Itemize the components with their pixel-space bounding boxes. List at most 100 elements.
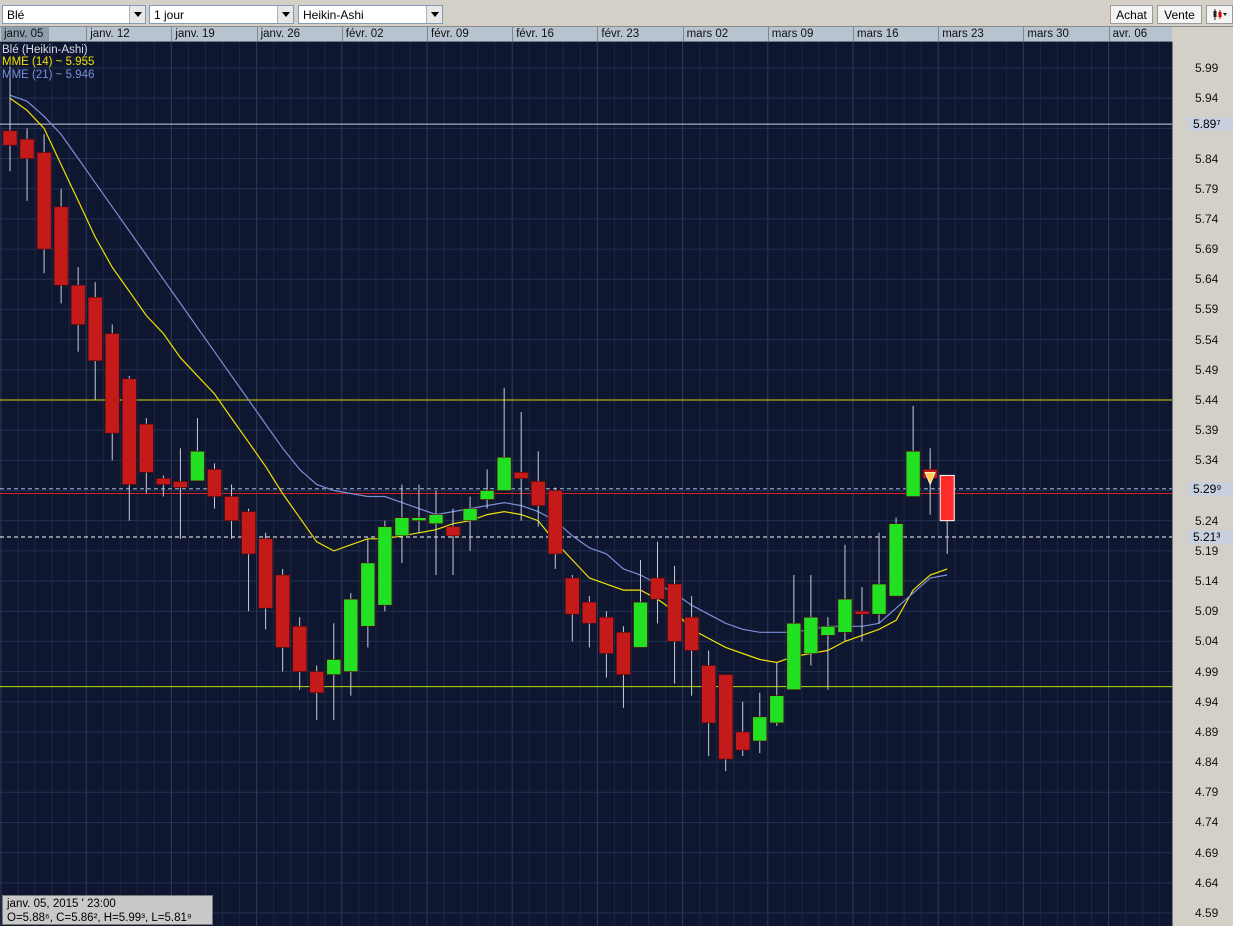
price-axis[interactable]: 5.99 5.94 5.84 5.79 5.74 5.69 5.64 5.59 5.54 5.49… <box>1172 42 1233 926</box>
price-tick-label: 5.04 <box>1195 634 1219 649</box>
chevron-down-icon[interactable] <box>129 6 145 23</box>
candle-body[interactable] <box>53 206 69 286</box>
price-marker: 5.89⁷ <box>1187 117 1233 132</box>
candle-body[interactable] <box>19 138 35 159</box>
date-tick-label: janv. 26 <box>256 27 342 41</box>
candle-body[interactable] <box>616 632 631 675</box>
candle-body[interactable] <box>258 538 273 609</box>
candle-body[interactable] <box>905 450 921 497</box>
price-tick-label: 5.44 <box>1195 392 1219 407</box>
candle-body[interactable] <box>207 469 222 497</box>
chevron-down-icon[interactable] <box>426 6 442 23</box>
candle-body[interactable] <box>582 601 597 624</box>
price-tick-label: 5.74 <box>1195 211 1219 226</box>
candle-body[interactable] <box>599 616 614 654</box>
candle-body[interactable] <box>462 508 478 521</box>
legend-ema14: MME (14) ~ 5.955 <box>2 56 95 68</box>
candle-body[interactable] <box>292 626 307 672</box>
chart-menu-button[interactable] <box>1206 5 1233 24</box>
price-chart[interactable] <box>0 42 1172 926</box>
candle-body[interactable] <box>888 523 904 597</box>
price-tick-label: 5.79 <box>1195 181 1219 196</box>
candle-body[interactable] <box>667 583 682 642</box>
price-marker: 5.21³ <box>1187 529 1233 544</box>
candle-body[interactable] <box>565 577 580 615</box>
chevron-down-icon[interactable] <box>277 6 293 23</box>
candle-body[interactable] <box>2 130 18 146</box>
price-tick-label: 4.79 <box>1195 785 1219 800</box>
candle-body[interactable] <box>411 517 427 521</box>
price-tick-label: 5.54 <box>1195 332 1219 347</box>
candle-body[interactable] <box>309 671 325 693</box>
candle-body[interactable] <box>394 517 410 537</box>
axis-corner <box>1172 27 1233 42</box>
candle-body[interactable] <box>241 511 256 555</box>
date-tick-label: mars 30 <box>1023 27 1108 41</box>
price-tick-label: 5.49 <box>1195 362 1219 377</box>
candle-body[interactable] <box>87 297 103 362</box>
sell-button[interactable]: Vente <box>1157 5 1202 24</box>
date-tick-label: févr. 23 <box>597 27 682 41</box>
chart-style-select[interactable]: Heikin-Ashi <box>298 5 443 24</box>
candle-body[interactable] <box>190 450 205 482</box>
price-tick-label: 5.14 <box>1195 574 1219 589</box>
candle-body[interactable] <box>360 562 376 627</box>
candle-body[interactable] <box>496 457 512 491</box>
candle-body[interactable] <box>854 610 870 615</box>
candle-body[interactable] <box>326 659 342 675</box>
candle-body[interactable] <box>718 674 733 760</box>
candle-body[interactable] <box>547 490 563 555</box>
buy-button[interactable]: Achat <box>1110 5 1153 24</box>
price-tick-label: 4.64 <box>1195 875 1219 890</box>
date-tick-label: mars 16 <box>853 27 938 41</box>
candle-body[interactable] <box>837 598 853 633</box>
candle-body[interactable] <box>803 616 819 654</box>
candle-body[interactable] <box>871 583 887 615</box>
price-marker: 5.29⁹ <box>1187 481 1233 496</box>
price-tick-label: 4.59 <box>1195 906 1219 920</box>
candle-body[interactable] <box>445 526 461 537</box>
candle-body[interactable] <box>701 665 716 724</box>
price-tick-label: 5.09 <box>1195 604 1219 619</box>
candle-body[interactable] <box>735 731 751 751</box>
candle-body[interactable] <box>36 152 52 250</box>
candle-body[interactable] <box>752 716 768 742</box>
date-tick-label: janv. 12 <box>86 27 171 41</box>
candle-body[interactable] <box>786 622 802 690</box>
price-tick-label: 5.24 <box>1195 513 1219 528</box>
candle-body[interactable] <box>650 577 665 600</box>
candle-body[interactable] <box>275 574 290 648</box>
candle-body[interactable] <box>479 490 495 500</box>
candle-body[interactable] <box>70 284 86 325</box>
candle-body[interactable] <box>377 526 393 606</box>
period-select[interactable]: 1 jour <box>149 5 294 24</box>
price-tick-label: 4.99 <box>1195 664 1219 679</box>
info-date: janv. 05, 2015 ' 23:00 <box>7 898 116 910</box>
chart-style-value: Heikin-Ashi <box>303 8 364 22</box>
candle-body[interactable] <box>633 601 648 648</box>
candle-body[interactable] <box>343 598 359 672</box>
price-tick-label: 4.94 <box>1195 694 1219 709</box>
candle-body[interactable] <box>513 472 529 479</box>
candle-body[interactable] <box>939 474 955 522</box>
price-tick-label: 4.74 <box>1195 815 1219 830</box>
candle-body[interactable] <box>684 616 699 651</box>
info-ohlc: O=5.88⁶, C=5.86², H=5.99³, L=5.81⁹ <box>7 912 192 924</box>
candle-body[interactable] <box>820 626 836 636</box>
candle-body[interactable] <box>104 333 120 434</box>
price-tick-label: 5.34 <box>1195 453 1219 468</box>
candle-body[interactable] <box>173 481 188 488</box>
candle-body[interactable] <box>121 378 137 485</box>
date-tick-label: févr. 09 <box>427 27 512 41</box>
candle-body[interactable] <box>428 514 444 524</box>
crosshair-info-box: janv. 05, 2015 ' 23:00 O=5.88⁶, C=5.86²,… <box>2 895 213 925</box>
candle-body[interactable] <box>156 478 171 485</box>
candle-body[interactable] <box>224 496 239 521</box>
candle-body[interactable] <box>530 481 546 506</box>
price-tick-label: 5.64 <box>1195 272 1219 287</box>
candle-body[interactable] <box>769 695 785 724</box>
instrument-select[interactable]: Blé <box>2 5 146 24</box>
candlestick-menu-icon <box>1213 9 1227 20</box>
date-axis: janv. 05 janv. 12 janv. 19 janv. 26 févr. 02… <box>0 27 1172 42</box>
candle-body[interactable] <box>139 423 154 473</box>
